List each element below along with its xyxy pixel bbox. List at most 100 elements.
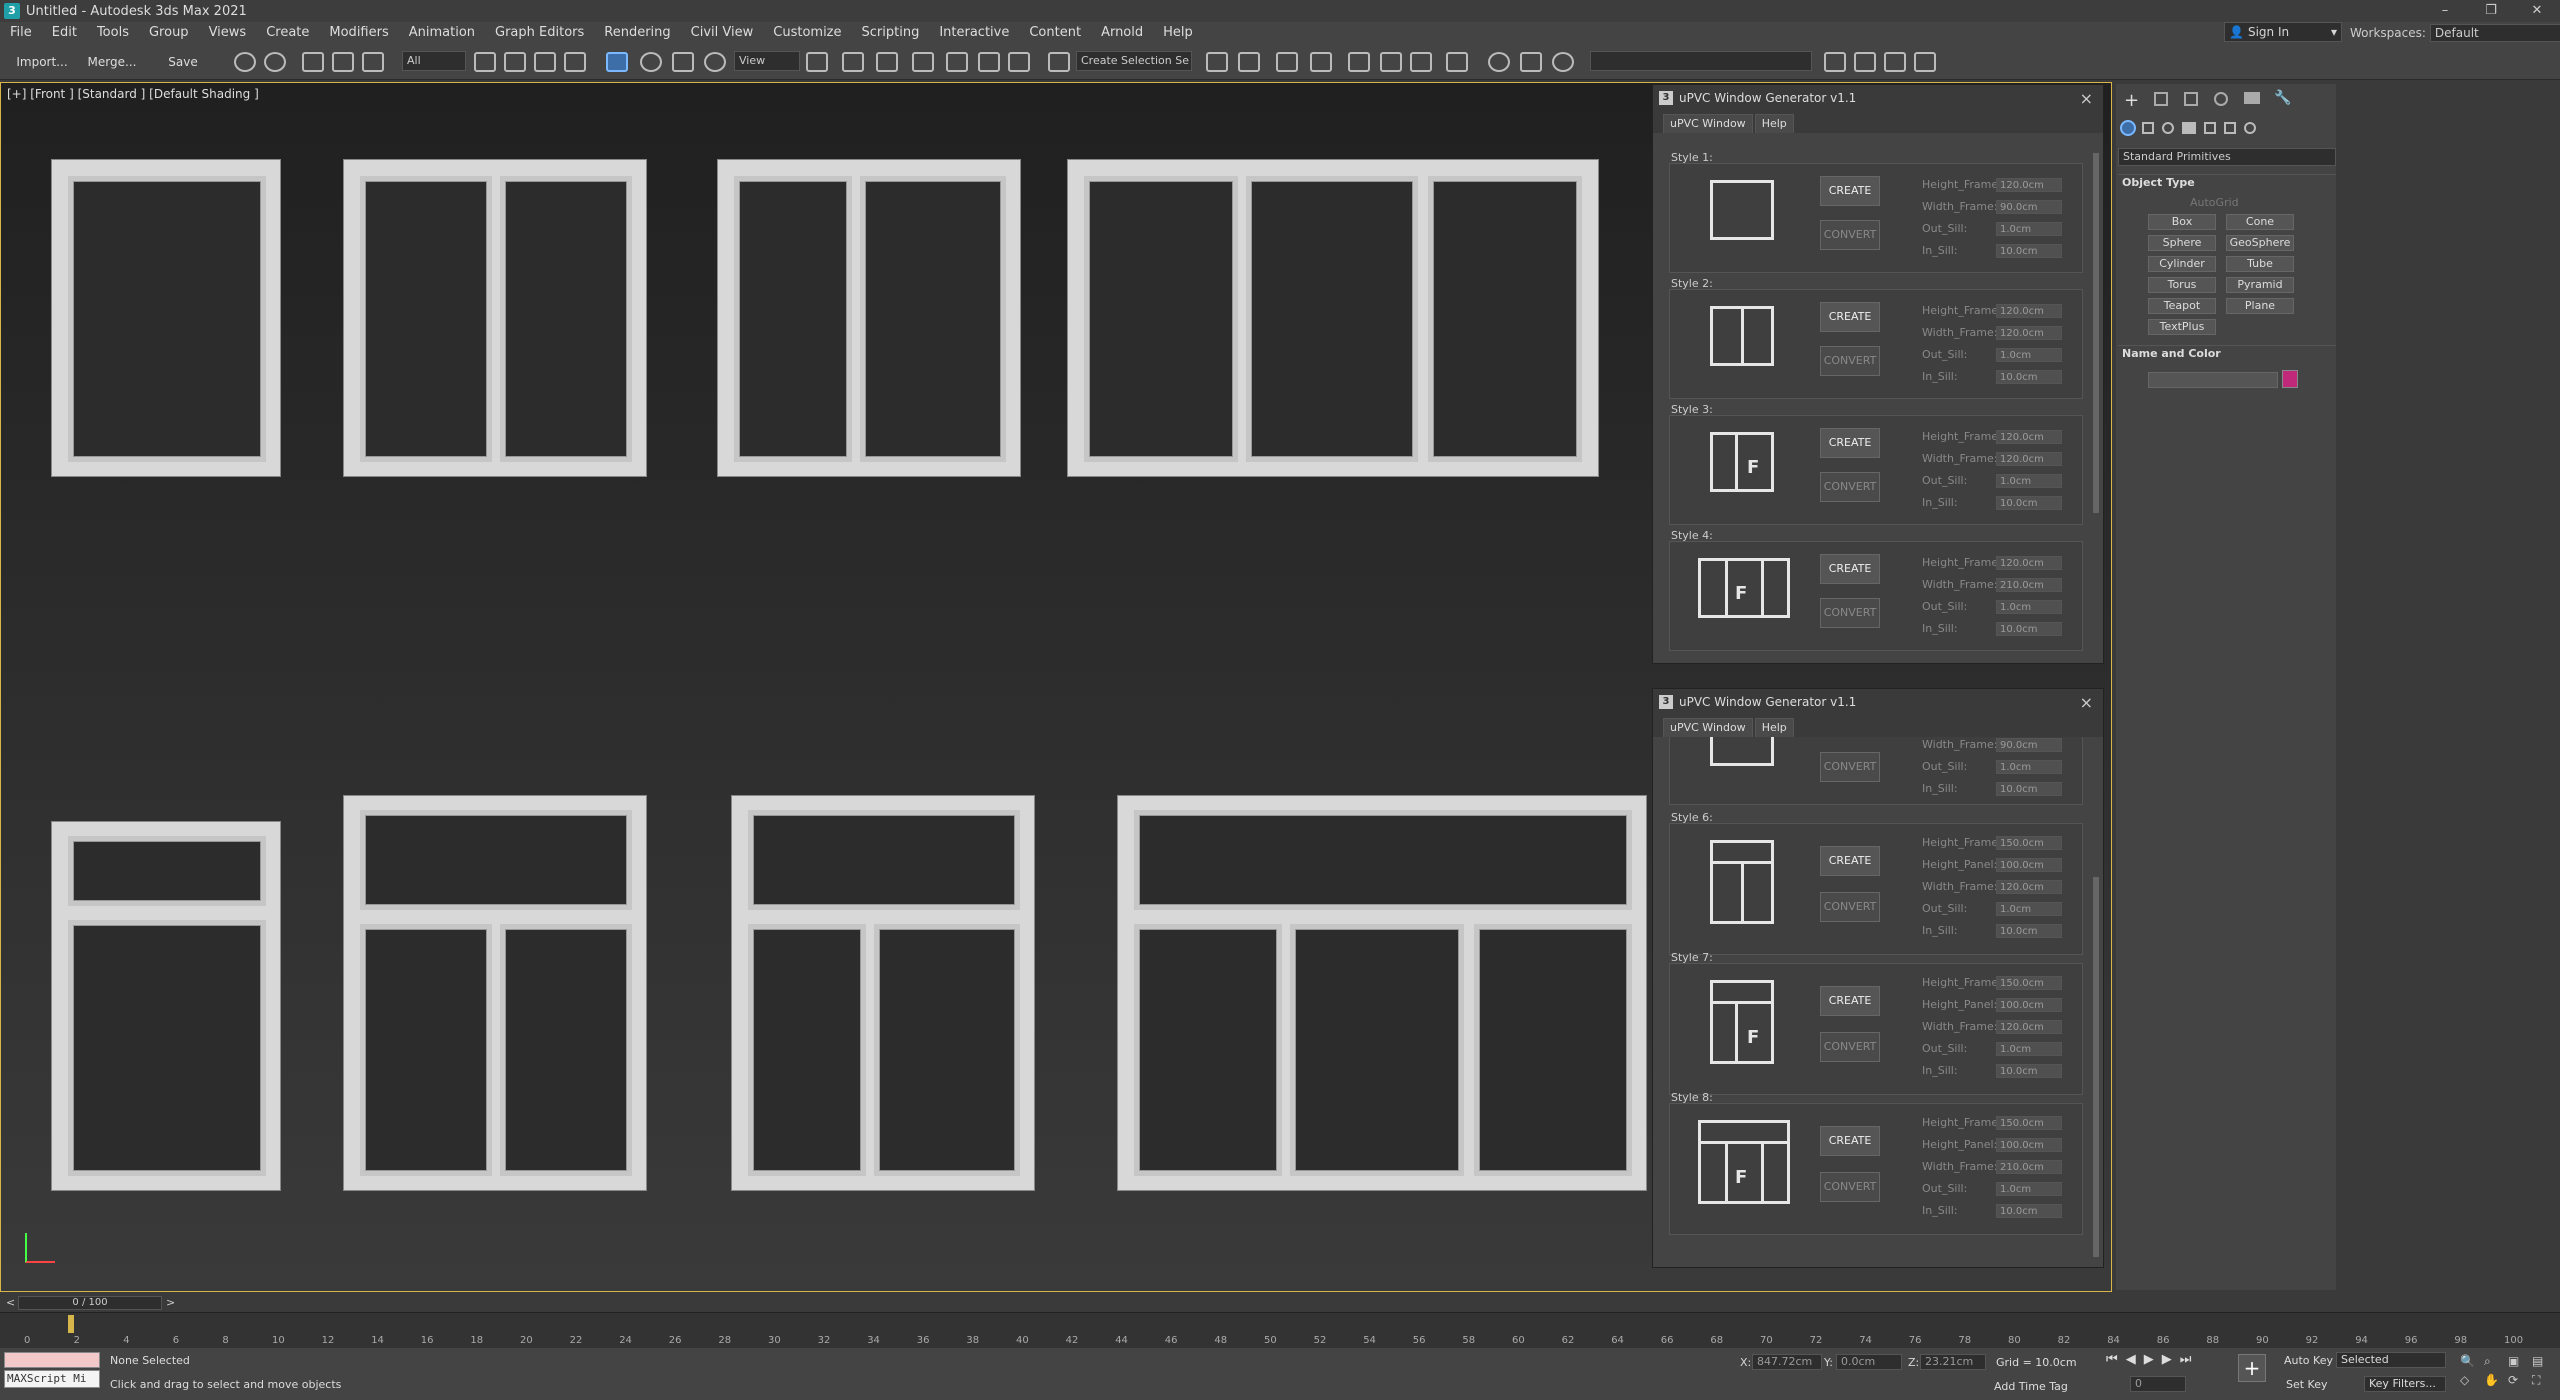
window-style-8[interactable] bbox=[1117, 795, 1647, 1191]
render-production-icon[interactable] bbox=[1520, 52, 1542, 72]
window-style-3[interactable] bbox=[717, 159, 1021, 477]
window-style-6[interactable] bbox=[343, 795, 647, 1191]
height-frame-spinner[interactable]: 150.0cm bbox=[1996, 976, 2062, 990]
width-frame-spinner[interactable]: 120.0cm bbox=[1996, 880, 2062, 894]
close-icon[interactable]: × bbox=[2080, 89, 2093, 108]
maximize-viewport-icon[interactable]: ⛶ bbox=[2532, 1373, 2552, 1388]
spacewarps-icon[interactable] bbox=[2224, 122, 2236, 134]
shapes-icon[interactable] bbox=[2142, 122, 2154, 134]
menu-tools[interactable]: Tools bbox=[87, 22, 139, 44]
minimize-button[interactable]: – bbox=[2422, 0, 2468, 22]
in-sill-spinner[interactable]: 10.0cm bbox=[1996, 622, 2062, 636]
time-prev-arrow[interactable]: < bbox=[6, 1296, 15, 1309]
pyramid-button[interactable]: Pyramid bbox=[2226, 277, 2294, 293]
playhead-marker[interactable] bbox=[68, 1315, 74, 1333]
height-frame-spinner[interactable]: 150.0cm bbox=[1996, 836, 2062, 850]
in-sill-spinner[interactable]: 10.0cm bbox=[1996, 1064, 2062, 1078]
link-icon[interactable] bbox=[302, 52, 324, 72]
sphere-button[interactable]: Sphere bbox=[2148, 235, 2216, 251]
menu-arnold[interactable]: Arnold bbox=[1091, 22, 1153, 44]
width-frame-spinner[interactable]: 120.0cm bbox=[1996, 326, 2062, 340]
in-sill-spinner[interactable]: 10.0cm bbox=[1996, 244, 2062, 258]
time-next-arrow[interactable]: > bbox=[166, 1296, 175, 1309]
window-style-4[interactable] bbox=[1067, 159, 1599, 477]
x-coordinate-input[interactable]: 847.72cm bbox=[1752, 1354, 1822, 1370]
tab-help[interactable]: Help bbox=[1754, 718, 1794, 737]
out-sill-spinner[interactable]: 1.0cm bbox=[1996, 600, 2062, 614]
height-frame-spinner[interactable]: 120.0cm bbox=[1996, 304, 2062, 318]
selection-filter-dropdown[interactable]: All bbox=[402, 51, 466, 71]
render-iterative-icon[interactable] bbox=[1552, 52, 1574, 72]
cameras-icon[interactable] bbox=[2182, 122, 2196, 134]
height-frame-spinner[interactable]: 120.0cm bbox=[1996, 556, 2062, 570]
out-sill-spinner[interactable]: 1.0cm bbox=[1996, 1182, 2062, 1196]
out-sill-spinner[interactable]: 1.0cm bbox=[1996, 902, 2062, 916]
convert-button[interactable]: CONVERT bbox=[1820, 752, 1880, 782]
autogrid-checkbox[interactable]: AutoGrid bbox=[2190, 196, 2239, 209]
motion-tab-icon[interactable] bbox=[2214, 92, 2228, 106]
color-swatch[interactable] bbox=[2282, 370, 2298, 388]
menu-views[interactable]: Views bbox=[199, 22, 257, 44]
workspaces-dropdown[interactable]: Default bbox=[2429, 24, 2560, 42]
create-button[interactable]: CREATE bbox=[1820, 554, 1880, 584]
out-sill-spinner[interactable]: 1.0cm bbox=[1996, 474, 2062, 488]
goto-start-icon[interactable]: ⏮ bbox=[2106, 1352, 2118, 1367]
key-mode-icon[interactable]: + bbox=[2238, 1354, 2266, 1382]
tab-help[interactable]: Help bbox=[1754, 114, 1794, 133]
set-key-button[interactable]: Set Key bbox=[2286, 1378, 2328, 1391]
named-selection-dropdown[interactable]: Create Selection Se bbox=[1076, 51, 1192, 71]
redo-icon[interactable] bbox=[264, 52, 286, 72]
render-preset-dropdown[interactable] bbox=[1590, 51, 1812, 71]
menu-interactive[interactable]: Interactive bbox=[929, 22, 1019, 44]
plane-button[interactable]: Plane bbox=[2226, 298, 2294, 314]
create-button[interactable]: CREATE bbox=[1820, 986, 1880, 1016]
menu-edit[interactable]: Edit bbox=[42, 22, 87, 44]
helpers-icon[interactable] bbox=[2204, 122, 2216, 134]
sign-in-button[interactable]: 👤 Sign In ▾ bbox=[2224, 22, 2342, 42]
menu-rendering[interactable]: Rendering bbox=[594, 22, 680, 44]
render-setup-icon[interactable] bbox=[1446, 52, 1468, 72]
lights-icon[interactable] bbox=[2162, 122, 2174, 134]
height-frame-spinner[interactable]: 120.0cm bbox=[1996, 430, 2062, 444]
align-icon[interactable] bbox=[1238, 52, 1260, 72]
fov-icon[interactable]: ◇ bbox=[2460, 1373, 2480, 1388]
width-frame-spinner[interactable]: 90.0cm bbox=[1996, 200, 2062, 214]
window-style-7[interactable] bbox=[731, 795, 1035, 1191]
time-slider[interactable]: 0 / 100 bbox=[18, 1296, 162, 1310]
auto-key-button[interactable]: Auto Key bbox=[2284, 1354, 2333, 1367]
tube-button[interactable]: Tube bbox=[2226, 256, 2294, 272]
panel-scrollbar[interactable] bbox=[2093, 877, 2099, 1257]
track-bar[interactable]: 0 2 4 6 8 10 12 14 16 18 20 22 24 26 28 30 32 34 36 38 40 42 4… bbox=[0, 1312, 2560, 1348]
menu-help[interactable]: Help bbox=[1153, 22, 1203, 44]
toggle-ribbon-icon[interactable] bbox=[1310, 52, 1332, 72]
close-icon[interactable]: × bbox=[2080, 693, 2093, 712]
z-coordinate-input[interactable]: 23.21cm bbox=[1920, 1354, 1986, 1370]
maximize-button[interactable]: ❐ bbox=[2468, 0, 2514, 22]
tab-upvc-window[interactable]: uPVC Window bbox=[1663, 718, 1753, 737]
convert-button[interactable]: CONVERT bbox=[1820, 472, 1880, 502]
in-sill-spinner[interactable]: 10.0cm bbox=[1996, 782, 2062, 796]
key-filters-button[interactable]: Key Filters... bbox=[2364, 1376, 2446, 1392]
tab-upvc-window[interactable]: uPVC Window bbox=[1663, 114, 1753, 133]
height-panel-spinner[interactable]: 100.0cm bbox=[1996, 1138, 2062, 1152]
create-button[interactable]: CREATE bbox=[1820, 176, 1880, 206]
viewport-tool-1-icon[interactable] bbox=[1824, 52, 1846, 72]
play-icon[interactable]: ▶ bbox=[2144, 1352, 2154, 1367]
convert-button[interactable]: CONVERT bbox=[1820, 1032, 1880, 1062]
add-time-tag[interactable]: Add Time Tag bbox=[1994, 1380, 2068, 1393]
percent-snap-icon[interactable] bbox=[978, 52, 1000, 72]
pivot-center-icon[interactable] bbox=[806, 52, 828, 72]
panel-scrollbar[interactable] bbox=[2093, 153, 2099, 513]
snaps-toggle-icon[interactable] bbox=[912, 52, 934, 72]
zoom-extents-icon[interactable]: ▣ bbox=[2508, 1354, 2528, 1369]
zoom-extents-all-icon[interactable]: ▤ bbox=[2532, 1354, 2552, 1369]
menu-animation[interactable]: Animation bbox=[399, 22, 485, 44]
width-frame-spinner[interactable]: 210.0cm bbox=[1996, 1160, 2062, 1174]
menu-group[interactable]: Group bbox=[139, 22, 199, 44]
out-sill-spinner[interactable]: 1.0cm bbox=[1996, 222, 2062, 236]
convert-button[interactable]: CONVERT bbox=[1820, 346, 1880, 376]
spinner-snap-icon[interactable] bbox=[1008, 52, 1030, 72]
width-frame-spinner[interactable]: 90.0cm bbox=[1996, 738, 2062, 752]
menu-civil-view[interactable]: Civil View bbox=[681, 22, 764, 44]
height-panel-spinner[interactable]: 100.0cm bbox=[1996, 998, 2062, 1012]
